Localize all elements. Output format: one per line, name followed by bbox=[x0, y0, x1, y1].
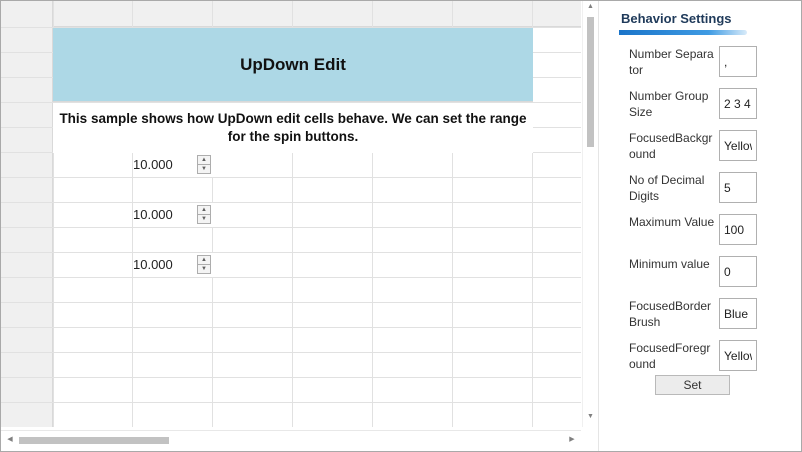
behavior-settings-panel: Behavior Settings Number Separator Numbe… bbox=[598, 1, 801, 451]
setting-label: FocusedForeground bbox=[629, 341, 711, 371]
setting-minimum-value: Minimum value bbox=[629, 256, 789, 290]
updown-value: 10.000 bbox=[133, 157, 173, 172]
updown-value: 10.000 bbox=[133, 207, 173, 222]
number-group-size-input[interactable] bbox=[719, 88, 757, 119]
setting-label: No of Decimal Digits bbox=[629, 173, 705, 203]
setting-label: FocusedBorderBrush bbox=[629, 299, 712, 329]
scroll-left-icon[interactable]: ◀ bbox=[5, 435, 15, 447]
setting-focused-border-brush: FocusedBorderBrush bbox=[629, 298, 789, 332]
spin-buttons: ▲ ▼ bbox=[197, 205, 211, 225]
setting-label: FocusedBackground bbox=[629, 131, 713, 161]
spin-buttons: ▲ ▼ bbox=[197, 155, 211, 175]
setting-number-group-size: Number Group Size bbox=[629, 88, 789, 122]
setting-label: Maximum Value bbox=[629, 215, 715, 229]
scroll-right-icon[interactable]: ▶ bbox=[567, 435, 577, 447]
number-separator-input[interactable] bbox=[719, 46, 757, 77]
panel-title-underline bbox=[619, 30, 747, 35]
maximum-value-input[interactable] bbox=[719, 214, 757, 245]
spin-buttons: ▲ ▼ bbox=[197, 255, 211, 275]
updown-cell[interactable]: 10.000 ▲ ▼ bbox=[133, 253, 213, 277]
horizontal-scroll-thumb[interactable] bbox=[19, 437, 169, 444]
decimal-digits-input[interactable] bbox=[719, 172, 757, 203]
set-button[interactable]: Set bbox=[655, 375, 730, 395]
focused-border-brush-input[interactable] bbox=[719, 298, 757, 329]
setting-focused-foreground: FocusedForeground bbox=[629, 340, 789, 374]
vertical-scroll-thumb[interactable] bbox=[587, 17, 594, 147]
updown-cell[interactable]: 10.000 ▲ ▼ bbox=[133, 153, 213, 177]
setting-number-separator: Number Separator bbox=[629, 46, 789, 80]
scroll-down-icon[interactable]: ▼ bbox=[585, 413, 596, 425]
spin-down-button[interactable]: ▼ bbox=[197, 214, 211, 224]
setting-maximum-value: Maximum Value bbox=[629, 214, 789, 248]
horizontal-scrollbar[interactable]: ◀ ▶ bbox=[1, 430, 581, 450]
scroll-up-icon[interactable]: ▲ bbox=[585, 3, 596, 15]
setting-decimal-digits: No of Decimal Digits bbox=[629, 172, 789, 206]
spin-down-button[interactable]: ▼ bbox=[197, 264, 211, 274]
minimum-value-input[interactable] bbox=[719, 256, 757, 287]
setting-label: Number Separator bbox=[629, 47, 714, 77]
vertical-scrollbar[interactable]: ▲ ▼ bbox=[582, 1, 597, 427]
spin-down-button[interactable]: ▼ bbox=[197, 164, 211, 174]
focused-background-input[interactable] bbox=[719, 130, 757, 161]
updown-cell[interactable]: 10.000 ▲ ▼ bbox=[133, 203, 213, 227]
setting-label: Minimum value bbox=[629, 257, 710, 271]
focused-foreground-input[interactable] bbox=[719, 340, 757, 371]
title-text: UpDown Edit bbox=[240, 54, 346, 74]
setting-focused-background: FocusedBackground bbox=[629, 130, 789, 164]
title-cell[interactable]: UpDown Edit bbox=[53, 28, 533, 102]
updown-value: 10.000 bbox=[133, 257, 173, 272]
description-text: This sample shows how UpDown edit cells … bbox=[59, 111, 527, 144]
panel-title: Behavior Settings bbox=[621, 11, 732, 26]
spreadsheet-grid[interactable]: UpDown Edit This sample shows how UpDown… bbox=[1, 1, 581, 427]
description-cell[interactable]: This sample shows how UpDown edit cells … bbox=[53, 103, 533, 153]
setting-label: Number Group Size bbox=[629, 89, 709, 119]
